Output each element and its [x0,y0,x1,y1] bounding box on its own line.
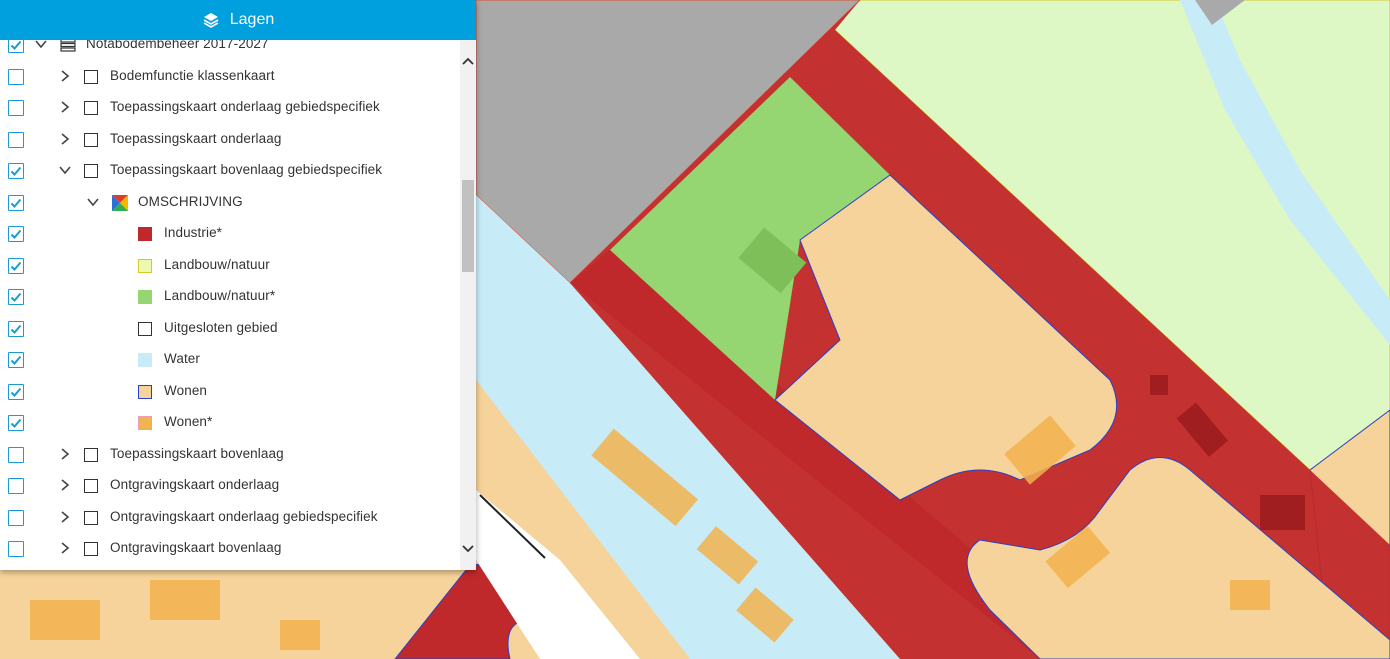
legend-colors-icon [112,194,128,211]
visibility-checkbox[interactable] [8,163,24,179]
chevron-right-icon[interactable] [58,100,72,114]
layer-select-box[interactable] [84,132,98,147]
layer-row[interactable]: Landbouw/natuur [0,251,460,281]
layers-panel: Lagen Notabodembeheer 2017-2027 Bodemfunc… [0,0,476,570]
layer-row[interactable]: Wonen* [0,408,460,438]
legend-swatch [138,416,152,430]
layer-list: Notabodembeheer 2017-2027 Bodemfunctie kl… [0,40,460,570]
legend-swatch [138,258,152,273]
scroll-up-icon[interactable] [460,54,476,70]
layer-select-box[interactable] [84,510,98,525]
layer-label[interactable]: Landbouw/natuur [164,257,270,272]
layer-label[interactable]: Water [164,351,200,366]
layer-row[interactable]: Water [0,345,460,375]
visibility-checkbox[interactable] [8,383,24,400]
layer-select-box[interactable] [84,164,98,178]
visibility-checkbox[interactable] [8,100,24,116]
chevron-down-icon[interactable] [34,40,48,51]
layer-row[interactable]: Uitgesloten gebied [0,314,460,344]
layer-row[interactable]: Industrie* [0,219,460,249]
panel-header[interactable]: Lagen [0,0,476,40]
scrollbar[interactable] [460,40,476,570]
layer-row[interactable]: Toepassingskaart bovenlaag gebiedspecifi… [0,156,460,186]
visibility-checkbox[interactable] [8,194,24,211]
layer-label[interactable]: Toepassingskaart bovenlaag [110,446,284,461]
layer-row[interactable]: Wonen [0,377,460,407]
layer-row[interactable]: Toepassingskaart onderlaag gebiedspecifi… [0,93,460,123]
layer-row[interactable]: Ontgravingskaart onderlaag gebiedspecifi… [0,503,460,533]
layer-select-box[interactable] [84,447,98,462]
layer-row[interactable]: Ontgravingskaart bovenlaag [0,534,460,564]
chevron-down-icon[interactable] [58,163,72,177]
chevron-right-icon[interactable] [58,478,72,492]
visibility-checkbox[interactable] [8,446,24,463]
layer-label[interactable]: Wonen* [164,414,212,429]
layer-row[interactable]: Bodemfunctie klassenkaart [0,62,460,92]
legend-swatch [138,227,152,241]
chevron-right-icon[interactable] [58,132,72,146]
visibility-checkbox[interactable] [8,68,24,85]
layer-row[interactable]: Notabodembeheer 2017-2027 [0,40,460,60]
visibility-checkbox[interactable] [8,289,24,305]
layer-label[interactable]: Toepassingskaart bovenlaag gebiedspecifi… [110,162,382,177]
visibility-checkbox[interactable] [8,40,24,53]
legend-swatch [138,321,152,336]
layer-select-box[interactable] [84,479,98,493]
layer-label[interactable]: Wonen [164,383,207,398]
layers-icon [203,13,219,28]
chevron-right-icon[interactable] [58,447,72,461]
layer-select-box[interactable] [84,101,98,115]
layer-label[interactable]: OMSCHRIJVING [138,194,243,209]
visibility-checkbox[interactable] [8,226,24,242]
layer-label[interactable]: Bodemfunctie klassenkaart [110,68,275,83]
visibility-checkbox[interactable] [8,478,24,494]
chevron-right-icon[interactable] [58,510,72,524]
visibility-checkbox[interactable] [8,352,24,368]
visibility-checkbox[interactable] [8,541,24,557]
layer-label[interactable]: Toepassingskaart onderlaag [110,131,281,146]
legend-swatch [138,384,152,399]
visibility-checkbox[interactable] [8,320,24,337]
layer-label[interactable]: Landbouw/natuur* [164,288,275,303]
layer-label[interactable]: Uitgesloten gebied [164,320,278,335]
layer-label[interactable]: Toepassingskaart onderlaag gebiedspecifi… [110,99,380,114]
layer-select-box[interactable] [84,69,98,84]
visibility-checkbox[interactable] [8,257,24,274]
layer-label[interactable]: Industrie* [164,225,222,240]
chevron-right-icon[interactable] [58,69,72,83]
visibility-checkbox[interactable] [8,509,24,526]
legend-swatch [138,290,152,304]
layer-row[interactable]: OMSCHRIJVING [0,188,460,218]
layer-row[interactable]: Landbouw/natuur* [0,282,460,312]
chevron-down-icon[interactable] [86,195,100,209]
layer-label[interactable]: Notabodembeheer 2017-2027 [86,40,269,51]
scroll-down-icon[interactable] [460,540,476,556]
layer-label[interactable]: Ontgravingskaart onderlaag [110,477,279,492]
layer-row[interactable]: Ontgravingskaart onderlaag [0,471,460,501]
layer-row[interactable]: Toepassingskaart bovenlaag [0,440,460,470]
panel-title: Lagen [229,11,275,28]
layer-select-box[interactable] [84,542,98,556]
visibility-checkbox[interactable] [8,131,24,148]
visibility-checkbox[interactable] [8,415,24,431]
layer-label[interactable]: Ontgravingskaart bovenlaag [110,540,281,555]
layer-row[interactable]: Toepassingskaart onderlaag [0,125,460,155]
layer-label[interactable]: Ontgravingskaart onderlaag gebiedspecifi… [110,509,378,524]
chevron-right-icon[interactable] [58,541,72,555]
scroll-thumb[interactable] [462,180,474,272]
legend-swatch [138,353,152,367]
layer-group-icon [60,40,76,52]
